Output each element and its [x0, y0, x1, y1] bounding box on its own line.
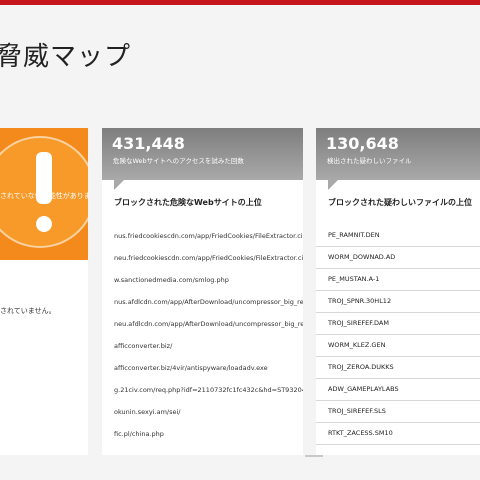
file-item[interactable]: PE_RAMNIT.DEN — [316, 225, 480, 247]
website-item[interactable]: nus.friedcookiescdn.com/app/FriedCookies… — [102, 225, 303, 247]
website-item[interactable]: nus.afdlcdn.com/app/AfterDownload/uncomp… — [102, 291, 303, 313]
websites-list: nus.friedcookiescdn.com/app/FriedCookies… — [102, 225, 303, 445]
files-count-label: 検出された疑わしいファイル — [327, 157, 412, 165]
exclamation-dot — [36, 216, 52, 232]
file-item[interactable]: PE_MUSTAN.A-1 — [316, 269, 480, 291]
website-item[interactable]: afficconverter.biz/4vir/antispyware/load… — [102, 357, 303, 379]
dangerous-websites-panel: 431,448 危険なWebサイトへのアクセスを試みた回数 ブロックされた危険な… — [102, 128, 303, 455]
header-pointer — [114, 180, 124, 190]
website-item[interactable]: neu.afdlcdn.com/app/AfterDownload/uncomp… — [102, 313, 303, 335]
websites-stat-header: 431,448 危険なWebサイトへのアクセスを試みた回数 — [102, 128, 303, 180]
files-list: PE_RAMNIT.DEN WORM_DOWNAD.AD PE_MUSTAN.A… — [316, 225, 480, 445]
status-note: されていません。 — [0, 307, 56, 315]
files-count: 130,648 — [326, 134, 399, 153]
files-heading: ブロックされた疑わしいファイルの上位 — [328, 198, 472, 207]
file-item[interactable]: WORM_KLEZ.GEN — [316, 335, 480, 357]
websites-count: 431,448 — [112, 134, 185, 153]
website-item[interactable]: okunin.sexyi.am/sei/ — [102, 401, 303, 423]
website-item[interactable]: afficconverter.biz/ — [102, 335, 303, 357]
files-stat-header: 130,648 検出された疑わしいファイル — [316, 128, 480, 180]
top-accent-bar — [0, 0, 480, 5]
warning-tile[interactable]: されていない可能性があります — [0, 128, 88, 260]
suspicious-files-panel: 130,648 検出された疑わしいファイル ブロックされた疑わしいファイルの上位… — [316, 128, 480, 455]
file-item[interactable]: TROJ_SPNR.30HL12 — [316, 291, 480, 313]
file-item[interactable]: TROJ_SIREFEF.SLS — [316, 401, 480, 423]
website-item[interactable]: w.sanctionedmedia.com/smlog.php — [102, 269, 303, 291]
warning-text: されていない可能性があります — [0, 192, 88, 200]
website-item[interactable]: fic.pl/china.php — [102, 423, 303, 445]
horizontal-scrollbar[interactable] — [0, 455, 480, 480]
file-item[interactable]: ADW_GAMEPLAYLABS — [316, 379, 480, 401]
file-item[interactable]: WORM_DOWNAD.AD — [316, 247, 480, 269]
website-item[interactable]: neu.friedcookiescdn.com/app/FriedCookies… — [102, 247, 303, 269]
websites-count-label: 危険なWebサイトへのアクセスを試みた回数 — [113, 157, 244, 165]
websites-heading: ブロックされた危険なWebサイトの上位 — [114, 198, 262, 207]
file-item[interactable]: RTKT_ZACESS.SM10 — [316, 423, 480, 445]
file-item[interactable]: TROJ_SIREFEF.DAM — [316, 313, 480, 335]
header-pointer — [328, 180, 338, 190]
scrollbar-thumb[interactable] — [305, 455, 323, 457]
page-title: 脅威マップ — [0, 42, 132, 72]
protection-status-panel: されていない可能性があります されていません。 — [0, 128, 88, 455]
website-item[interactable]: g.21civ.com/req.php?idf=2110732fc1fc432c… — [102, 379, 303, 401]
file-item[interactable]: TROJ_ZEROA.DUKKS — [316, 357, 480, 379]
